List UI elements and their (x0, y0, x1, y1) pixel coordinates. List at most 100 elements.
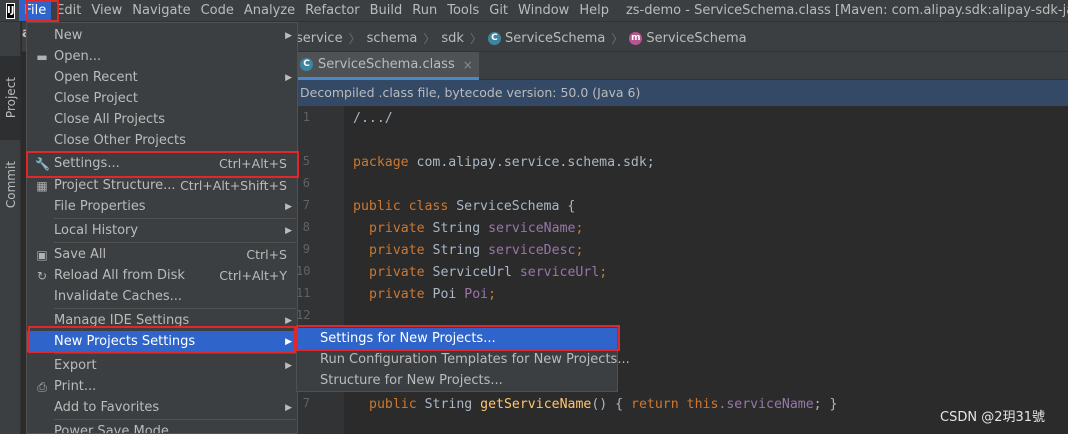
menu-analyze[interactable]: Analyze (239, 0, 300, 21)
keyword: public (353, 199, 401, 214)
menu-item-close-all-projects[interactable]: Close All Projects (27, 109, 297, 130)
menu-item-label: Add to Favorites (54, 400, 160, 415)
menu-item-reload-all[interactable]: ↻ Reload All from Disk Ctrl+Alt+Y (27, 265, 297, 286)
menu-item-project-structure[interactable]: ▦ Project Structure... Ctrl+Alt+Shift+S (27, 175, 297, 196)
menu-item-label: Project Structure... (54, 178, 176, 193)
menu-file[interactable]: File (19, 0, 52, 21)
menu-item-shortcut: Ctrl+Alt+Y (219, 268, 287, 283)
menu-item-new-projects-settings[interactable]: New Projects Settings ▶ (27, 331, 297, 352)
commit-tool-tab[interactable]: Commit (0, 150, 21, 220)
menu-refactor[interactable]: Refactor (300, 0, 365, 21)
menu-item-label: Open... (54, 49, 102, 64)
new-projects-settings-submenu: Settings for New Projects... Run Configu… (296, 326, 630, 392)
menu-item-shortcut: Ctrl+Alt+Shift+S (180, 178, 287, 193)
keyword: class (400, 199, 449, 214)
menu-item-close-project[interactable]: Close Project (27, 88, 297, 109)
field-name: serviceName (488, 221, 576, 236)
menu-item-label: Settings... (54, 156, 120, 171)
menu-item-file-properties[interactable]: File Properties ▶ (27, 196, 297, 217)
menu-code[interactable]: Code (196, 0, 239, 21)
menu-run[interactable]: Run (407, 0, 442, 21)
breadcrumb-item[interactable]: service (296, 31, 343, 46)
menu-tools[interactable]: Tools (442, 0, 484, 21)
menu-item-add-to-favorites[interactable]: Add to Favorites ▶ (27, 397, 297, 418)
print-icon: ⎙ (37, 379, 47, 394)
chevron-right-icon: 〉 (348, 31, 361, 46)
brace: { (615, 397, 632, 412)
line-number: 6 (302, 176, 310, 190)
code-line: private String serviceDesc; (369, 241, 583, 261)
line-number: 5 (302, 154, 310, 168)
keyword: private (369, 287, 425, 302)
menu-build[interactable]: Build (365, 0, 408, 21)
submenu-item-structure-for-new-projects[interactable]: Structure for New Projects... (297, 370, 617, 391)
menu-view[interactable]: View (86, 0, 127, 21)
menu-item-settings[interactable]: 🔧 Settings... Ctrl+Alt+S (27, 153, 297, 174)
menu-item-local-history[interactable]: Local History ▶ (27, 220, 297, 241)
watermark: CSDN @2玥31號 (940, 410, 1046, 425)
semicolon: ; (575, 221, 584, 236)
menu-item-invalidate-caches[interactable]: Invalidate Caches... (27, 286, 297, 307)
menu-item-open-recent[interactable]: Open Recent ▶ (27, 67, 297, 88)
breadcrumb: service 〉 schema 〉 sdk 〉 C ServiceSchema… (296, 26, 747, 50)
menu-item-label: Close Other Projects (54, 133, 186, 148)
menu-item-label: Reload All from Disk (54, 268, 185, 283)
submenu-arrow-icon: ▶ (285, 315, 292, 326)
line-number: 9 (302, 242, 310, 256)
menu-separator (54, 218, 296, 219)
wrench-icon: 🔧 (35, 156, 50, 171)
menu-item-shortcut: Ctrl+S (246, 247, 287, 262)
class-name: ServiceSchema { (448, 199, 576, 214)
menu-help[interactable]: Help (574, 0, 614, 21)
line-number: 7 (302, 198, 310, 212)
menu-separator (54, 353, 296, 354)
line-number: 11 (296, 286, 311, 300)
menu-item-print[interactable]: ⎙ Print... (27, 376, 297, 397)
menu-item-label: Save All (54, 247, 107, 262)
editor-tab-serviceschema[interactable]: C ServiceSchema.class × (296, 52, 479, 80)
menu-item-open[interactable]: ▬ Open... (27, 46, 297, 67)
brace: ; } (813, 397, 838, 412)
package-name: com.alipay.service.schema.sdk; (408, 155, 655, 170)
type: String (424, 221, 489, 236)
line-number: 1 (302, 110, 310, 124)
type: String (424, 243, 489, 258)
submenu-item-run-config-templates[interactable]: Run Configuration Templates for New Proj… (297, 349, 630, 370)
code-line: public String getServiceName() { return … (369, 395, 838, 415)
menu-item-new[interactable]: New ▶ (27, 25, 297, 46)
menu-item-close-other-projects[interactable]: Close Other Projects (27, 130, 297, 151)
field-name: .serviceName (718, 397, 814, 412)
keyword: public (369, 397, 417, 412)
code-line: /.../ (353, 109, 393, 129)
line-number: 12 (296, 308, 311, 322)
code-line: private ServiceUrl serviceUrl; (369, 263, 607, 283)
menu-item-label: Invalidate Caches... (54, 289, 183, 304)
submenu-item-settings-for-new-projects[interactable]: Settings for New Projects... (297, 328, 617, 349)
breadcrumb-item[interactable]: ServiceSchema (646, 31, 746, 46)
menu-git[interactable]: Git (484, 0, 513, 21)
breadcrumb-item[interactable]: schema (367, 31, 418, 46)
app-logo-icon: IJ (6, 2, 16, 19)
save-icon: ▣ (36, 247, 48, 262)
menu-item-export[interactable]: Export ▶ (27, 355, 297, 376)
menu-navigate[interactable]: Navigate (127, 0, 195, 21)
breadcrumb-item[interactable]: sdk (441, 31, 464, 46)
keyword: private (369, 265, 425, 280)
submenu-arrow-icon: ▶ (285, 336, 292, 347)
menu-edit[interactable]: Edit (51, 0, 86, 21)
close-icon[interactable]: × (463, 58, 473, 72)
type: Poi (424, 287, 465, 302)
menu-item-label: New (54, 28, 83, 43)
menu-item-power-save-mode[interactable]: Power Save Mode (27, 421, 297, 433)
project-tool-tab[interactable]: Project (0, 56, 21, 140)
semicolon: ; (599, 265, 608, 280)
menu-item-manage-ide-settings[interactable]: Manage IDE Settings ▶ (27, 310, 297, 331)
folded-imports[interactable]: /.../ (353, 111, 393, 126)
menu-item-save-all[interactable]: ▣ Save All Ctrl+S (27, 244, 297, 265)
type: String (416, 397, 481, 412)
menu-item-shortcut: Ctrl+Alt+S (218, 156, 287, 171)
menu-separator (54, 419, 296, 420)
breadcrumb-item[interactable]: ServiceSchema (505, 31, 605, 46)
menu-window[interactable]: Window (513, 0, 574, 21)
field-name: serviceUrl (519, 265, 600, 280)
